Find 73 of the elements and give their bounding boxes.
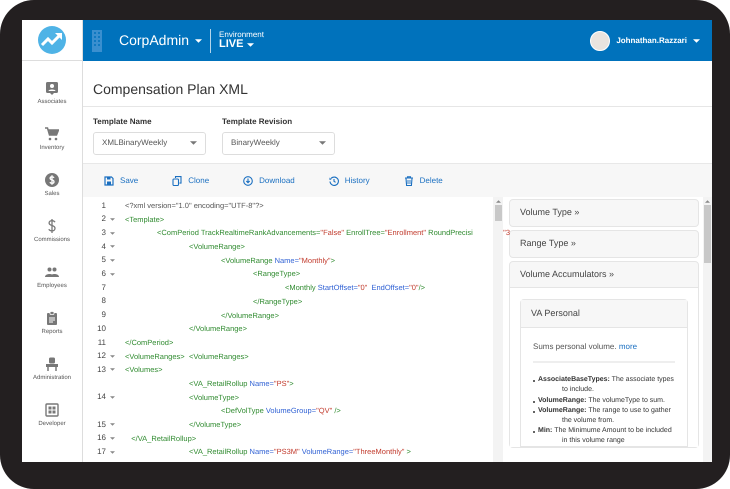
description-text: Sums personal volume.	[533, 342, 617, 352]
line-number: 1	[100, 200, 106, 212]
trash-icon	[404, 176, 414, 186]
field-label: Template Revision	[222, 116, 294, 128]
avatar	[590, 30, 610, 50]
save-button[interactable]: Save	[95, 174, 148, 187]
fold-caret-icon[interactable]	[110, 218, 114, 221]
line-number: 13	[96, 364, 106, 376]
caret-icon	[319, 141, 326, 146]
line-number: 4	[100, 240, 106, 253]
caret-icon	[195, 38, 202, 42]
scroll-up-arrow-icon[interactable]	[496, 200, 500, 203]
caret-icon	[247, 42, 254, 46]
line-number: 9	[100, 309, 106, 322]
scroll-thumb[interactable]	[494, 204, 502, 221]
fold-caret-icon[interactable]	[110, 272, 114, 276]
scrollbar[interactable]	[493, 196, 503, 462]
widget-icon	[45, 403, 59, 417]
line-number: 6	[100, 268, 106, 280]
fold-caret-icon[interactable]	[110, 368, 114, 372]
environment-label: Environment	[219, 31, 264, 39]
line-number: 2	[100, 213, 106, 226]
select-field[interactable]: BinaryWeekly	[222, 132, 335, 155]
fold-caret-icon[interactable]	[110, 450, 114, 454]
line-number: 8	[100, 295, 106, 308]
page-title: Compensation Plan XML	[83, 61, 712, 107]
delete-button[interactable]: Delete	[394, 174, 452, 187]
line-number: 11	[96, 336, 106, 349]
building-icon	[91, 30, 103, 52]
people-icon	[45, 265, 59, 279]
line-number: 17	[96, 446, 106, 458]
app-switcher[interactable]: CorpAdmin	[119, 30, 202, 51]
line-number: 5	[100, 254, 106, 266]
fold-caret-icon[interactable]	[110, 436, 114, 440]
chair-icon	[45, 357, 59, 371]
scrollbar[interactable]	[703, 196, 712, 462]
select-field[interactable]: XMLBinaryWeekly	[93, 132, 206, 155]
download-icon	[243, 176, 254, 186]
line-number: 14	[96, 391, 106, 404]
logo-icon	[37, 25, 67, 55]
field-label: Template Name	[93, 116, 153, 128]
clipboard-icon	[45, 311, 59, 325]
line-number: 16	[96, 432, 106, 444]
download-button[interactable]: Download	[234, 174, 304, 187]
scroll-thumb[interactable]	[704, 204, 711, 263]
line-number: 7	[100, 282, 106, 294]
copy-icon	[172, 176, 182, 186]
caret-icon	[693, 38, 700, 42]
fold-caret-icon[interactable]	[110, 232, 114, 235]
card-title: VA Personal	[521, 300, 687, 328]
user-menu[interactable]: Johnathan.Razzari	[590, 30, 700, 50]
line-number: 15	[96, 418, 106, 431]
save-icon	[104, 176, 114, 186]
more-link[interactable]: more	[618, 342, 638, 352]
fold-caret-icon[interactable]	[110, 258, 114, 262]
fold-caret-icon[interactable]	[110, 423, 114, 426]
clone-button[interactable]: Clone	[163, 174, 218, 187]
caret-icon	[190, 141, 197, 146]
fold-caret-icon[interactable]	[110, 396, 114, 399]
environment-dropdown[interactable]: LIVE	[219, 39, 254, 50]
scroll-up-arrow-icon[interactable]	[705, 200, 710, 203]
accordion-header[interactable]: Range Type »	[510, 230, 698, 257]
history-icon	[328, 176, 339, 186]
line-number: 12	[96, 350, 106, 362]
person-badge-icon	[45, 81, 59, 95]
fold-caret-icon[interactable]	[110, 245, 114, 248]
dollar-coin-icon	[45, 173, 59, 187]
accordion-header[interactable]: Volume Type »	[510, 200, 698, 226]
line-number: 3	[100, 227, 106, 240]
history-button[interactable]: History	[320, 174, 379, 187]
cart-icon	[45, 127, 59, 141]
line-number: 10	[96, 322, 106, 335]
fold-caret-icon[interactable]	[110, 354, 114, 358]
